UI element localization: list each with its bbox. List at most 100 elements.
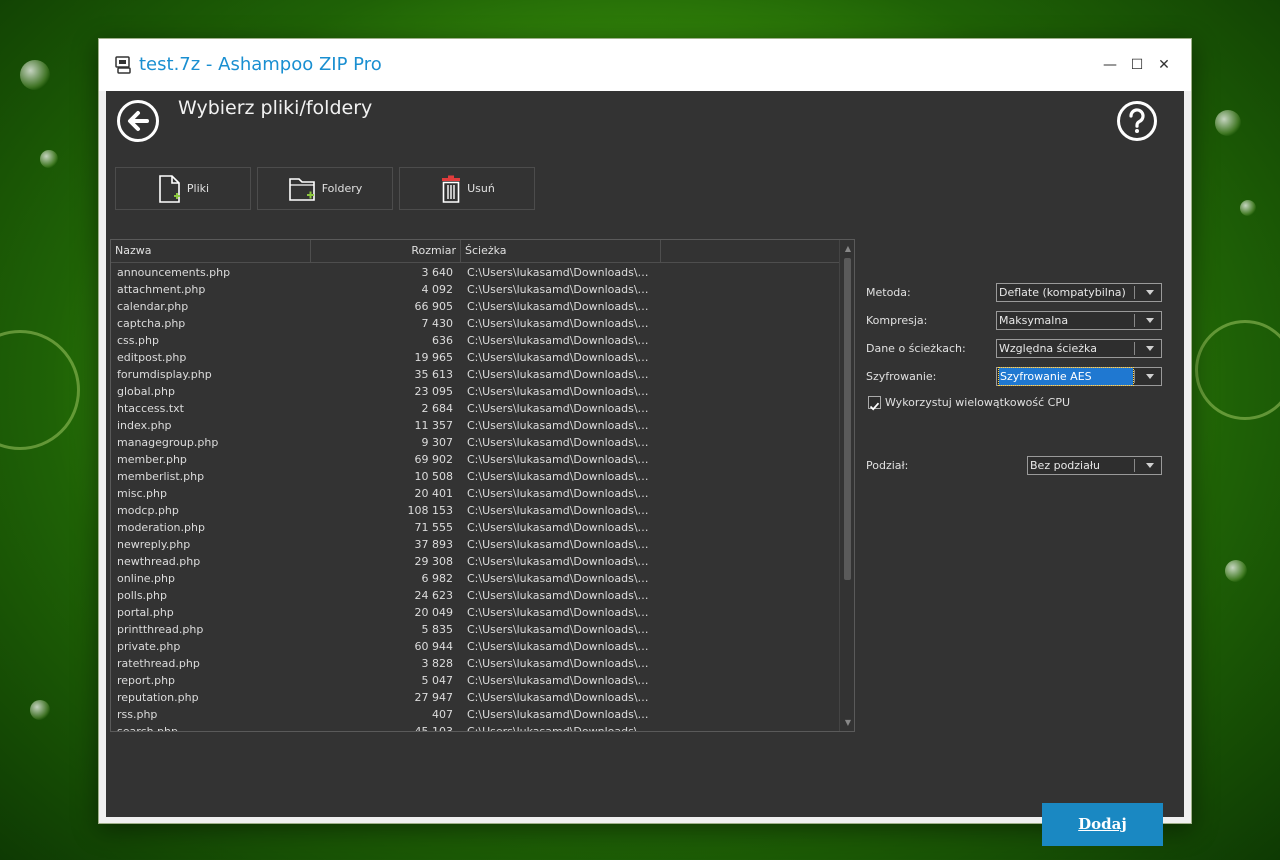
table-row[interactable]: memberlist.php 10 508 C:\Users\lukasamd\Do… — [111, 468, 839, 485]
column-header-path[interactable]: Ścieżka — [461, 240, 661, 262]
file-name-cell: global.php — [117, 385, 175, 398]
table-row[interactable]: global.php 23 095 C:\Users\lukasamd\Downlo… — [111, 383, 839, 400]
table-row[interactable]: printthread.php 5 835 C:\Users\lukasamd\Do… — [111, 621, 839, 638]
file-path-cell: C:\Users\lukasamd\Downloads\myb... — [467, 436, 653, 449]
file-size-cell: 60 944 — [414, 640, 454, 653]
table-row[interactable]: reputation.php 27 947 C:\Users\lukasamd\Do… — [111, 689, 839, 706]
paths-value: Względna ścieżka — [999, 342, 1097, 355]
table-row[interactable]: css.php 636 C:\Users\lukasamd\Downloads\my… — [111, 332, 839, 349]
column-header-size[interactable]: Rozmiar — [311, 240, 461, 262]
scroll-up-icon[interactable]: ▲ — [840, 242, 854, 256]
add-folders-button[interactable]: Foldery — [257, 167, 393, 210]
table-row[interactable]: managegroup.php 9 307 C:\Users\lukasamd\Do… — [111, 434, 839, 451]
table-row[interactable]: captcha.php 7 430 C:\Users\lukasamd\Downlo… — [111, 315, 839, 332]
table-row[interactable]: misc.php 20 401 C:\Users\lukasamd\Download… — [111, 485, 839, 502]
file-path-cell: C:\Users\lukasamd\Downloads\myb... — [467, 606, 653, 619]
table-row[interactable]: polls.php 24 623 C:\Users\lukasamd\Downloa… — [111, 587, 839, 604]
table-row[interactable]: private.php 60 944 C:\Users\lukasamd\Downl… — [111, 638, 839, 655]
maximize-button[interactable]: ☐ — [1125, 53, 1149, 77]
file-name-cell: newthread.php — [117, 555, 201, 568]
scroll-down-icon[interactable]: ▼ — [840, 716, 854, 730]
add-files-button[interactable]: Pliki — [115, 167, 251, 210]
delete-button[interactable]: Usuń — [399, 167, 535, 210]
title-bar: test.7z - Ashampoo ZIP Pro — ☐ ✕ — [99, 39, 1191, 91]
file-path-cell: C:\Users\lukasamd\Downloads\myb... — [467, 589, 653, 602]
method-select[interactable]: Deflate (kompatybilna) — [996, 283, 1162, 302]
table-row[interactable]: modcp.php 108 153 C:\Users\lukasamd\Downlo… — [111, 502, 839, 519]
file-path-cell: C:\Users\lukasamd\Downloads\myb... — [467, 708, 653, 721]
file-path-cell: C:\Users\lukasamd\Downloads\myb... — [467, 538, 653, 551]
help-icon[interactable] — [1116, 100, 1158, 142]
file-name-cell: printthread.php — [117, 623, 204, 636]
table-row[interactable]: editpost.php 19 965 C:\Users\lukasamd\Down… — [111, 349, 839, 366]
compression-label: Kompresja: — [866, 314, 928, 327]
chevron-down-icon — [1146, 346, 1154, 351]
table-row[interactable]: member.php 69 902 C:\Users\lukasamd\Downlo… — [111, 451, 839, 468]
column-header-name[interactable]: Nazwa — [111, 240, 311, 262]
file-name-cell: report.php — [117, 674, 176, 687]
multithread-label[interactable]: Wykorzystuj wielowątkowość CPU — [885, 396, 1070, 409]
split-label: Podział: — [866, 459, 909, 472]
table-row[interactable]: newthread.php 29 308 C:\Users\lukasamd\Dow… — [111, 553, 839, 570]
file-name-cell: search.php — [117, 725, 178, 732]
table-row[interactable]: moderation.php 71 555 C:\Users\lukasamd\Do… — [111, 519, 839, 536]
file-size-cell: 2 684 — [421, 402, 454, 415]
vertical-scrollbar[interactable]: ▲ ▼ — [839, 240, 854, 731]
table-row[interactable]: portal.php 20 049 C:\Users\lukasamd\Downlo… — [111, 604, 839, 621]
table-row[interactable]: announcements.php 3 640 C:\Users\lukasamd\… — [111, 264, 839, 281]
file-size-cell: 10 508 — [414, 470, 454, 483]
file-size-cell: 3 640 — [421, 266, 454, 279]
table-row[interactable]: report.php 5 047 C:\Users\lukasamd\Downloa… — [111, 672, 839, 689]
table-row[interactable]: forumdisplay.php 35 613 C:\Users\lukasamd\… — [111, 366, 839, 383]
table-row[interactable]: newreply.php 37 893 C:\Users\lukasamd\Down… — [111, 536, 839, 553]
file-path-cell: C:\Users\lukasamd\Downloads\myb... — [467, 300, 653, 313]
split-select[interactable]: Bez podziału — [1027, 456, 1162, 475]
file-name-cell: private.php — [117, 640, 181, 653]
encryption-select[interactable]: Szyfrowanie AES — [996, 367, 1162, 386]
back-arrow-icon[interactable] — [116, 99, 160, 143]
file-name-cell: calendar.php — [117, 300, 189, 313]
table-row[interactable]: attachment.php 4 092 C:\Users\lukasamd\Dow… — [111, 281, 839, 298]
paths-select[interactable]: Względna ścieżka — [996, 339, 1162, 358]
wallpaper-bubble — [20, 60, 50, 90]
page-title: Wybierz pliki/foldery — [178, 97, 373, 119]
add-button[interactable]: Dodaj — [1042, 803, 1163, 846]
table-row[interactable]: index.php 11 357 C:\Users\lukasamd\Downloa… — [111, 417, 839, 434]
table-row[interactable]: htaccess.txt 2 684 C:\Users\lukasamd\Downl… — [111, 400, 839, 417]
wallpaper-ring — [0, 330, 80, 450]
table-row[interactable]: search.php 45 103 C:\Users\lukasamd\Downlo… — [111, 723, 839, 732]
file-path-cell: C:\Users\lukasamd\Downloads\myb... — [467, 657, 653, 670]
table-row[interactable]: calendar.php 66 905 C:\Users\lukasamd\Down… — [111, 298, 839, 315]
minimize-button[interactable]: — — [1098, 53, 1122, 77]
file-add-icon — [159, 174, 180, 203]
file-size-cell: 24 623 — [414, 589, 454, 602]
file-size-cell: 7 430 — [421, 317, 454, 330]
file-path-cell: C:\Users\lukasamd\Downloads\myb... — [467, 674, 653, 687]
wallpaper-ring — [1195, 320, 1280, 420]
encryption-label: Szyfrowanie: — [866, 370, 937, 383]
file-path-cell: C:\Users\lukasamd\Downloads\myb... — [467, 266, 653, 279]
file-list[interactable]: Nazwa Rozmiar Ścieżka announcements.php 3… — [110, 239, 855, 732]
file-name-cell: memberlist.php — [117, 470, 205, 483]
window-title: test.7z - Ashampoo ZIP Pro — [139, 54, 382, 75]
compression-select[interactable]: Maksymalna — [996, 311, 1162, 330]
table-row[interactable]: online.php 6 982 C:\Users\lukasamd\Downloa… — [111, 570, 839, 587]
file-path-cell: C:\Users\lukasamd\Downloads\myb... — [467, 368, 653, 381]
file-name-cell: announcements.php — [117, 266, 231, 279]
close-button[interactable]: ✕ — [1152, 53, 1176, 77]
file-path-cell: C:\Users\lukasamd\Downloads\myb... — [467, 402, 653, 415]
file-size-cell: 407 — [432, 708, 453, 721]
file-name-cell: forumdisplay.php — [117, 368, 212, 381]
file-path-cell: C:\Users\lukasamd\Downloads\myb... — [467, 555, 653, 568]
method-label: Metoda: — [866, 286, 911, 299]
scrollbar-thumb[interactable] — [844, 258, 851, 580]
table-row[interactable]: rss.php 407 C:\Users\lukasamd\Downloads\my… — [111, 706, 839, 723]
multithread-checkbox[interactable] — [868, 396, 881, 411]
file-name-cell: captcha.php — [117, 317, 186, 330]
table-row[interactable]: ratethread.php 3 828 C:\Users\lukasamd\Dow… — [111, 655, 839, 672]
file-path-cell: C:\Users\lukasamd\Downloads\myb... — [467, 521, 653, 534]
file-path-cell: C:\Users\lukasamd\Downloads\myb... — [467, 317, 653, 330]
file-path-cell: C:\Users\lukasamd\Downloads\myb... — [467, 453, 653, 466]
split-value: Bez podziału — [1030, 459, 1100, 472]
file-name-cell: attachment.php — [117, 283, 206, 296]
